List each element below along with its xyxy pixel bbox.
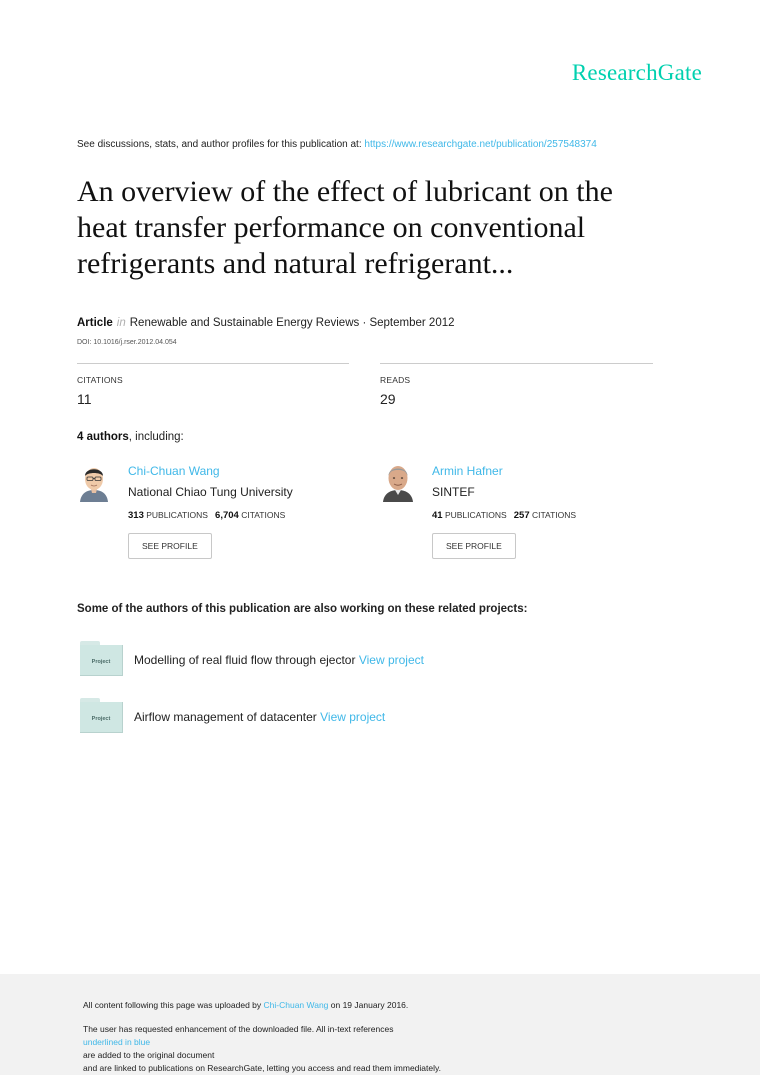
project-folder-icon: Project [80,698,124,734]
doi: DOI: 10.1016/j.rser.2012.04.054 [77,339,177,346]
authors-suffix: , including: [128,431,184,443]
project-name: Airflow management of datacenter [134,710,317,724]
project-name: Modelling of real fluid flow through eje… [134,653,356,667]
in-word: in [116,317,126,329]
see-profile-button[interactable]: SEE PROFILE [432,533,516,559]
enhancement-notice: The user has requested enhancement of th… [83,1023,683,1075]
projects-heading: Some of the authors of this publication … [77,603,528,615]
author-name-link[interactable]: Chi-Chuan Wang [128,464,220,478]
author-publications-count: 41 [432,510,443,521]
journal-info: Renewable and Sustainable Energy Reviews… [129,317,455,329]
author-citations-count: 6,704 [215,510,239,521]
authors-heading: 4 authors, including: [77,431,184,443]
notice-line-1: The user has requested enhancement of th… [83,1023,683,1062]
researchgate-logo[interactable]: ResearchGate [572,60,702,86]
project-folder-icon: Project [80,641,124,677]
view-project-link[interactable]: View project [359,653,424,667]
uploader-link[interactable]: Chi-Chuan Wang [264,1000,329,1010]
upload-suffix: on 19 January 2016. [328,1000,409,1010]
page: ResearchGate See discussions, stats, and… [0,0,760,1075]
notice-suffix: are added to the original document [83,1050,215,1060]
reads-label: READS [380,375,411,385]
project-icon-label: Project [91,659,111,665]
title-line-3: refrigerants and natural refrigerant... [77,247,514,280]
author-stats: 41 PUBLICATIONS 257 CITATIONS [432,510,576,521]
title-line-2: heat transfer performance on conventiona… [77,211,586,244]
intro-text: See discussions, stats, and author profi… [77,139,365,150]
notice-line-2: and are linked to publications on Resear… [83,1063,441,1073]
project-icon-label: Project [91,716,111,722]
footer: All content following this page was uplo… [0,974,760,1075]
citations-divider [77,363,349,364]
title-line-1: An overview of the effect of lubricant o… [77,175,613,208]
upload-notice: All content following this page was uplo… [83,1000,408,1010]
author-publications-count: 313 [128,510,144,521]
notice-prefix: The user has requested enhancement of th… [83,1024,394,1034]
project-title: Airflow management of datacenter View pr… [134,710,385,724]
author-citations-label: CITATIONS [241,510,286,520]
author-institution: SINTEF [432,485,475,499]
author-publications-label: PUBLICATIONS [146,510,208,520]
reads-divider [380,363,653,364]
project-item: Project Airflow management of datacenter… [80,698,700,734]
publication-type: Article [77,317,113,329]
intro-line: See discussions, stats, and author profi… [77,139,597,150]
project-title: Modelling of real fluid flow through eje… [134,653,424,667]
upload-prefix: All content following this page was uplo… [83,1000,264,1010]
author-avatar[interactable] [381,462,415,502]
view-project-link[interactable]: View project [320,710,385,724]
citations-count: 11 [77,391,92,407]
author-stats: 313 PUBLICATIONS 6,704 CITATIONS [128,510,285,521]
citations-label: CITATIONS [77,375,123,385]
publication-url-link[interactable]: https://www.researchgate.net/publication… [364,139,596,150]
publication-title: An overview of the effect of lubricant o… [77,174,697,282]
author-citations-count: 257 [513,510,530,521]
author-avatar[interactable] [77,462,111,502]
author-citations-label: CITATIONS [532,510,577,520]
authors-count: 4 authors [77,431,129,443]
author-institution: National Chiao Tung University [128,485,293,499]
underlined-blue-link[interactable]: underlined in blue [83,1036,683,1049]
see-profile-button[interactable]: SEE PROFILE [128,533,212,559]
publication-meta: Article in Renewable and Sustainable Energ… [77,317,455,329]
project-item: Project Modelling of real fluid flow thr… [80,641,700,677]
author-name-link[interactable]: Armin Hafner [432,464,503,478]
author-publications-label: PUBLICATIONS [444,510,507,520]
reads-count: 29 [380,391,396,407]
